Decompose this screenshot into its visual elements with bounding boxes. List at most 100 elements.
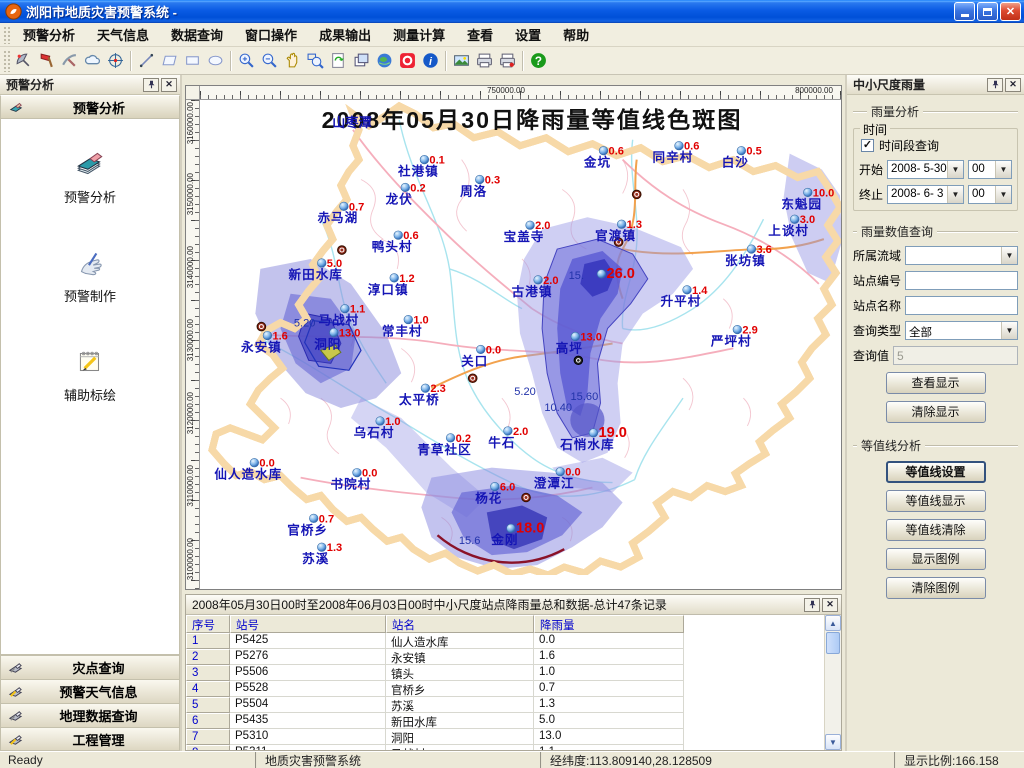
title-bar: 浏阳市地质灾害预警系统 - ✕ — [0, 0, 1024, 23]
menu-item-成果输出[interactable]: 成果输出 — [308, 22, 382, 47]
end-hour-combo[interactable]: 00▼ — [968, 185, 1012, 204]
minimize-button[interactable] — [954, 2, 975, 21]
sidebar-item-aux-plotting[interactable]: 辅助标绘 — [1, 345, 179, 404]
menu-item-查看[interactable]: 查看 — [456, 22, 504, 47]
toolbar-button-globe[interactable] — [373, 49, 396, 72]
right-panel-close-button[interactable]: ✕ — [1005, 78, 1021, 92]
sidebar-item-warning-analysis[interactable]: 预警分析 — [1, 147, 179, 206]
menu-item-数据查询[interactable]: 数据查询 — [160, 22, 234, 47]
station-name-input[interactable] — [905, 296, 1018, 315]
close-button[interactable]: ✕ — [1000, 2, 1021, 21]
station-name: 严坪村 — [710, 334, 752, 349]
table-row[interactable]: 5P5504苏溪1.3 — [186, 697, 824, 713]
toolbar-button-pick-tool[interactable] — [58, 49, 81, 72]
menu-item-帮助[interactable]: 帮助 — [552, 22, 600, 47]
toolbar-button-draw-rectangle[interactable] — [181, 49, 204, 72]
query-type-combo[interactable]: 全部▼ — [905, 321, 1018, 340]
toolbar-button-zoom-window[interactable] — [304, 49, 327, 72]
scroll-up-button[interactable]: ▲ — [825, 615, 841, 631]
column-header-降雨量[interactable]: 降雨量 — [534, 615, 684, 633]
toolbar-button-zoom-out[interactable] — [258, 49, 281, 72]
menu-item-天气信息[interactable]: 天气信息 — [86, 22, 160, 47]
left-panel-close-button[interactable]: ✕ — [161, 78, 177, 92]
chevron-down-icon[interactable]: ▼ — [1001, 247, 1017, 264]
button-查看显示[interactable]: 查看显示 — [886, 372, 986, 394]
table-row[interactable]: 2P5276永安镇1.6 — [186, 649, 824, 665]
scroll-track[interactable] — [825, 655, 841, 734]
button-清除显示[interactable]: 清除显示 — [886, 401, 986, 423]
sidebar-group-disaster-query[interactable]: 灾点查询 — [0, 655, 180, 679]
table-row[interactable]: 1P5425仙人造水库0.0 — [186, 633, 824, 649]
print-preview-icon — [499, 52, 516, 69]
chevron-down-icon[interactable]: ▼ — [1001, 322, 1017, 339]
toolbar-button-target-locate[interactable] — [104, 49, 127, 72]
scroll-thumb[interactable] — [826, 632, 840, 654]
toolbar-button-draw-ellipse[interactable] — [204, 49, 227, 72]
restore-button[interactable] — [977, 2, 998, 21]
toolbar-button-zoom-in[interactable] — [235, 49, 258, 72]
table-row[interactable]: 3P5506镇头1.0 — [186, 665, 824, 681]
table-vertical-scrollbar[interactable]: ▲ ▼ — [824, 615, 841, 750]
left-section-header[interactable]: 预警分析 — [0, 95, 180, 119]
time-range-checkbox[interactable]: ✓ — [861, 139, 874, 152]
chevron-down-icon[interactable]: ▼ — [947, 161, 963, 178]
toolbar-button-print-preview[interactable] — [496, 49, 519, 72]
toolbar-button-pan-hand[interactable] — [281, 49, 304, 72]
start-hour-combo[interactable]: 00▼ — [968, 160, 1012, 179]
table-row[interactable]: 7P5310洞阳13.0 — [186, 729, 824, 745]
menu-item-测量计算[interactable]: 测量计算 — [382, 22, 456, 47]
column-header-序号[interactable]: 序号 — [186, 615, 230, 633]
toolbar-button-cloud[interactable] — [81, 49, 104, 72]
toolbar-grip[interactable] — [2, 49, 10, 72]
column-header-站号[interactable]: 站号 — [230, 615, 386, 633]
toolbar-button-export-image[interactable] — [450, 49, 473, 72]
table-close-button[interactable]: ✕ — [822, 598, 838, 612]
end-date-combo[interactable]: 2008- 6- 3▼ — [887, 185, 964, 204]
button-等值线清除[interactable]: 等值线清除 — [886, 519, 986, 541]
left-panel-pin-button[interactable] — [143, 78, 159, 92]
start-date-combo[interactable]: 2008- 5-30▼ — [887, 160, 964, 179]
menu-grip[interactable] — [2, 25, 10, 44]
chevron-down-icon[interactable]: ▼ — [947, 186, 963, 203]
toolbar-button-refresh-view[interactable] — [327, 49, 350, 72]
station-id-input[interactable] — [905, 271, 1018, 290]
table-row[interactable]: 4P5528官桥乡0.7 — [186, 681, 824, 697]
toolbar-button-info[interactable]: i — [419, 49, 442, 72]
map-canvas[interactable]: 2008年05月30日降雨量等值线色斑图 山枣潭15.5.205.2015.60… — [200, 100, 841, 589]
table-pin-button[interactable] — [804, 598, 820, 612]
toolbar-button-satellite-dish[interactable] — [12, 49, 35, 72]
zoom-window-icon — [307, 52, 324, 69]
toolbar-button-print[interactable] — [473, 49, 496, 72]
toolbar-button-draw-polygon[interactable] — [158, 49, 181, 72]
button-等值线显示[interactable]: 等值线显示 — [886, 490, 986, 512]
table-cell: 1.0 — [534, 665, 684, 681]
button-清除图例[interactable]: 清除图例 — [886, 577, 986, 599]
toolbar-button-copy-layers[interactable] — [350, 49, 373, 72]
scroll-down-button[interactable]: ▼ — [825, 734, 841, 750]
station-name: 洞阳 — [314, 337, 341, 352]
sidebar-group-warning-weather[interactable]: 预警天气信息 — [0, 679, 180, 703]
query-value-input[interactable]: 5 — [893, 346, 1018, 365]
sidebar-item-warning-making[interactable]: 预警制作 — [1, 246, 179, 305]
sidebar-group-label: 地理数据查询 — [24, 706, 173, 725]
toolbar-button-survey-flag[interactable] — [35, 49, 58, 72]
column-header-站名[interactable]: 站名 — [386, 615, 534, 633]
button-显示图例[interactable]: 显示图例 — [886, 548, 986, 570]
table-row[interactable]: 8P5311马战村1.1 — [186, 745, 824, 750]
menu-item-窗口操作[interactable]: 窗口操作 — [234, 22, 308, 47]
station-name: 古港镇 — [512, 284, 553, 299]
basin-combo[interactable]: ▼ — [905, 246, 1018, 265]
right-panel-pin-button[interactable] — [987, 78, 1003, 92]
table-row[interactable]: 6P5435新田水库5.0 — [186, 713, 824, 729]
chevron-down-icon[interactable]: ▼ — [995, 161, 1011, 178]
sidebar-group-project-manage[interactable]: 工程管理 — [0, 727, 180, 751]
toolbar-button-draw-line[interactable] — [135, 49, 158, 72]
button-等值线设置[interactable]: 等值线设置 — [886, 461, 986, 483]
menu-item-设置[interactable]: 设置 — [504, 22, 552, 47]
toolbar-button-help[interactable]: ? — [527, 49, 550, 72]
sidebar-group-geo-data-query[interactable]: 地理数据查询 — [0, 703, 180, 727]
chevron-down-icon[interactable]: ▼ — [995, 186, 1011, 203]
menu-item-预警分析[interactable]: 预警分析 — [12, 22, 86, 47]
pin-icon — [991, 80, 1000, 89]
toolbar-button-stop[interactable] — [396, 49, 419, 72]
